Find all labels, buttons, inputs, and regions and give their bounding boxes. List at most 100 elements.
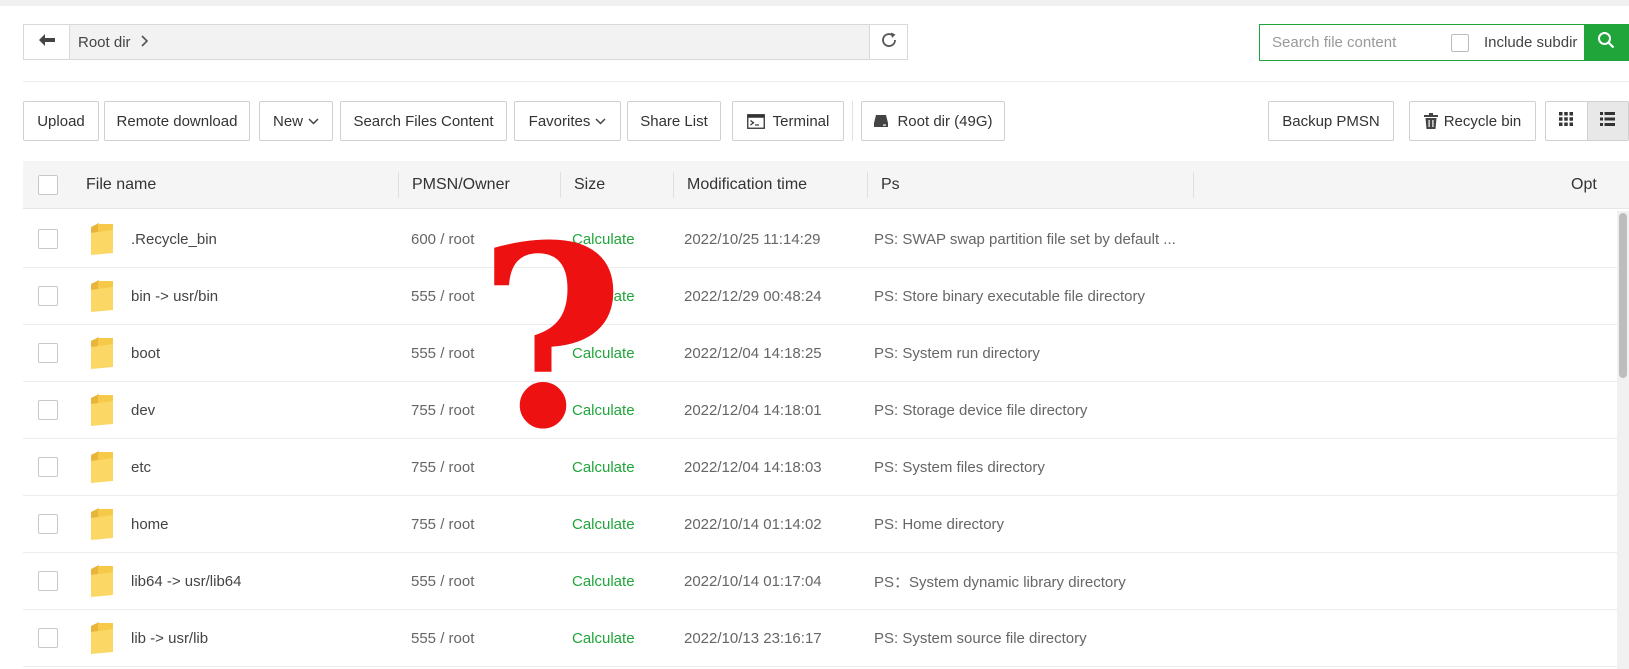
list-view-button[interactable] bbox=[1586, 102, 1628, 140]
backup-pmsn-label: Backup PMSN bbox=[1282, 112, 1380, 130]
calculate-size-link[interactable]: Calculate bbox=[572, 382, 635, 438]
file-mtime: 2022/10/13 23:16:17 bbox=[684, 629, 822, 647]
file-mtime: 2022/12/04 14:18:01 bbox=[684, 401, 822, 419]
table-row[interactable]: dev 755 / root Calculate 2022/12/04 14:1… bbox=[23, 382, 1617, 439]
file-name[interactable]: dev bbox=[131, 382, 155, 438]
file-owner: 755 / root bbox=[411, 458, 475, 476]
arrow-left-icon bbox=[38, 33, 55, 51]
folder-icon bbox=[89, 382, 115, 438]
table-row[interactable]: home 755 / root Calculate 2022/10/14 01:… bbox=[23, 496, 1617, 553]
file-list: .Recycle_bin 600 / root Calculate 2022/1… bbox=[23, 211, 1617, 667]
favorites-label: Favorites bbox=[528, 112, 591, 130]
file-owner: 555 / root bbox=[411, 344, 475, 362]
row-checkbox[interactable] bbox=[38, 610, 58, 666]
root-dir-label: Root dir (49G) bbox=[897, 112, 993, 130]
search-input[interactable] bbox=[1270, 26, 1444, 59]
file-mtime: 2022/10/14 01:14:02 bbox=[684, 515, 822, 533]
include-subdir-label: Include subdir bbox=[1484, 34, 1578, 51]
file-ps[interactable]: PS: Storage device file directory bbox=[874, 382, 1087, 438]
file-owner: 555 / root bbox=[411, 287, 475, 305]
header-owner[interactable]: PMSN/Owner bbox=[412, 161, 510, 208]
file-ps[interactable]: PS: Home directory bbox=[874, 496, 1004, 552]
table-row[interactable]: bin -> usr/bin 555 / root Calculate 2022… bbox=[23, 268, 1617, 325]
upload-button[interactable]: Upload bbox=[23, 101, 99, 141]
file-name[interactable]: home bbox=[131, 496, 169, 552]
file-name[interactable]: .Recycle_bin bbox=[131, 211, 217, 267]
table-header: File name PMSN/Owner Size Modification t… bbox=[23, 161, 1629, 209]
table-row[interactable]: lib64 -> usr/lib64 555 / root Calculate … bbox=[23, 553, 1617, 610]
top-strip bbox=[0, 0, 1629, 6]
calculate-size-link[interactable]: Calculate bbox=[572, 496, 635, 552]
calculate-size-link[interactable]: Calculate bbox=[572, 211, 635, 267]
file-name[interactable]: lib64 -> usr/lib64 bbox=[131, 553, 241, 609]
file-ps[interactable]: PS: SWAP swap partition file set by defa… bbox=[874, 211, 1176, 267]
terminal-label: Terminal bbox=[772, 112, 830, 130]
calculate-size-link[interactable]: Calculate bbox=[572, 439, 635, 495]
file-name[interactable]: boot bbox=[131, 325, 160, 381]
search-files-content-button[interactable]: Search Files Content bbox=[340, 101, 507, 141]
file-ps[interactable]: PS: Store binary executable file directo… bbox=[874, 268, 1145, 324]
grid-view-button[interactable] bbox=[1546, 102, 1587, 140]
recycle-bin-button[interactable]: Recycle bin bbox=[1409, 101, 1536, 141]
divider bbox=[23, 81, 1629, 82]
file-name[interactable]: lib -> usr/lib bbox=[131, 610, 208, 666]
remote-download-button[interactable]: Remote download bbox=[104, 101, 250, 141]
row-checkbox[interactable] bbox=[38, 553, 58, 609]
table-row[interactable]: lib -> usr/lib 555 / root Calculate 2022… bbox=[23, 610, 1617, 667]
path-bar: Root dir bbox=[23, 24, 908, 60]
favorites-dropdown-button[interactable]: Favorites bbox=[514, 101, 621, 141]
view-toggle bbox=[1545, 101, 1629, 141]
header-opt: Opt bbox=[1571, 175, 1597, 193]
file-ps[interactable]: PS: System files directory bbox=[874, 439, 1045, 495]
header-size[interactable]: Size bbox=[574, 161, 605, 208]
calculate-size-link[interactable]: Calculate bbox=[572, 553, 635, 609]
backup-pmsn-button[interactable]: Backup PMSN bbox=[1268, 101, 1394, 141]
new-dropdown-button[interactable]: New bbox=[259, 101, 333, 141]
root-dir-disk-button[interactable]: Root dir (49G) bbox=[861, 101, 1005, 141]
calculate-size-link[interactable]: Calculate bbox=[572, 610, 635, 666]
folder-icon bbox=[89, 496, 115, 552]
disk-icon bbox=[873, 114, 889, 128]
file-ps[interactable]: PS: System source file directory bbox=[874, 610, 1087, 666]
file-name[interactable]: etc bbox=[131, 439, 151, 495]
search-box: Include subdir bbox=[1259, 24, 1629, 61]
chevron-down-icon bbox=[595, 117, 606, 125]
row-checkbox[interactable] bbox=[38, 496, 58, 552]
select-all-checkbox[interactable] bbox=[38, 161, 58, 208]
include-subdir-checkbox[interactable] bbox=[1451, 33, 1469, 52]
remote-download-label: Remote download bbox=[116, 112, 238, 130]
row-checkbox[interactable] bbox=[38, 211, 58, 267]
file-mtime: 2022/10/14 01:17:04 bbox=[684, 572, 822, 590]
file-name[interactable]: bin -> usr/bin bbox=[131, 268, 218, 324]
row-checkbox[interactable] bbox=[38, 325, 58, 381]
folder-icon bbox=[89, 439, 115, 495]
table-row[interactable]: etc 755 / root Calculate 2022/12/04 14:1… bbox=[23, 439, 1617, 496]
share-list-button[interactable]: Share List bbox=[627, 101, 721, 141]
toolbar-divider bbox=[852, 101, 853, 141]
search-button[interactable] bbox=[1584, 24, 1628, 61]
scrollbar[interactable] bbox=[1617, 211, 1629, 669]
terminal-button[interactable]: Terminal bbox=[732, 101, 844, 141]
share-list-label: Share List bbox=[640, 112, 708, 130]
calculate-size-link[interactable]: Calculate bbox=[572, 325, 635, 381]
file-ps[interactable]: PS：System dynamic library directory bbox=[874, 553, 1126, 609]
row-checkbox[interactable] bbox=[38, 382, 58, 438]
table-row[interactable]: .Recycle_bin 600 / root Calculate 2022/1… bbox=[23, 211, 1617, 268]
recycle-bin-label: Recycle bin bbox=[1443, 112, 1522, 130]
folder-icon bbox=[89, 268, 115, 324]
row-checkbox[interactable] bbox=[38, 268, 58, 324]
calculate-size-link[interactable]: Calculate bbox=[572, 268, 635, 324]
refresh-button[interactable] bbox=[869, 25, 907, 59]
header-mtime[interactable]: Modification time bbox=[687, 161, 807, 208]
header-ps: Ps bbox=[881, 175, 900, 193]
table-row[interactable]: boot 555 / root Calculate 2022/12/04 14:… bbox=[23, 325, 1617, 382]
back-button[interactable] bbox=[24, 25, 70, 59]
header-file-name[interactable]: File name bbox=[86, 161, 156, 208]
file-mtime: 2022/12/04 14:18:25 bbox=[684, 344, 822, 362]
row-checkbox[interactable] bbox=[38, 439, 58, 495]
folder-icon bbox=[89, 211, 115, 267]
grid-view-icon bbox=[1559, 111, 1574, 131]
scrollbar-thumb[interactable] bbox=[1619, 213, 1627, 378]
file-ps[interactable]: PS: System run directory bbox=[874, 325, 1040, 381]
breadcrumb-root[interactable]: Root dir bbox=[78, 34, 131, 51]
